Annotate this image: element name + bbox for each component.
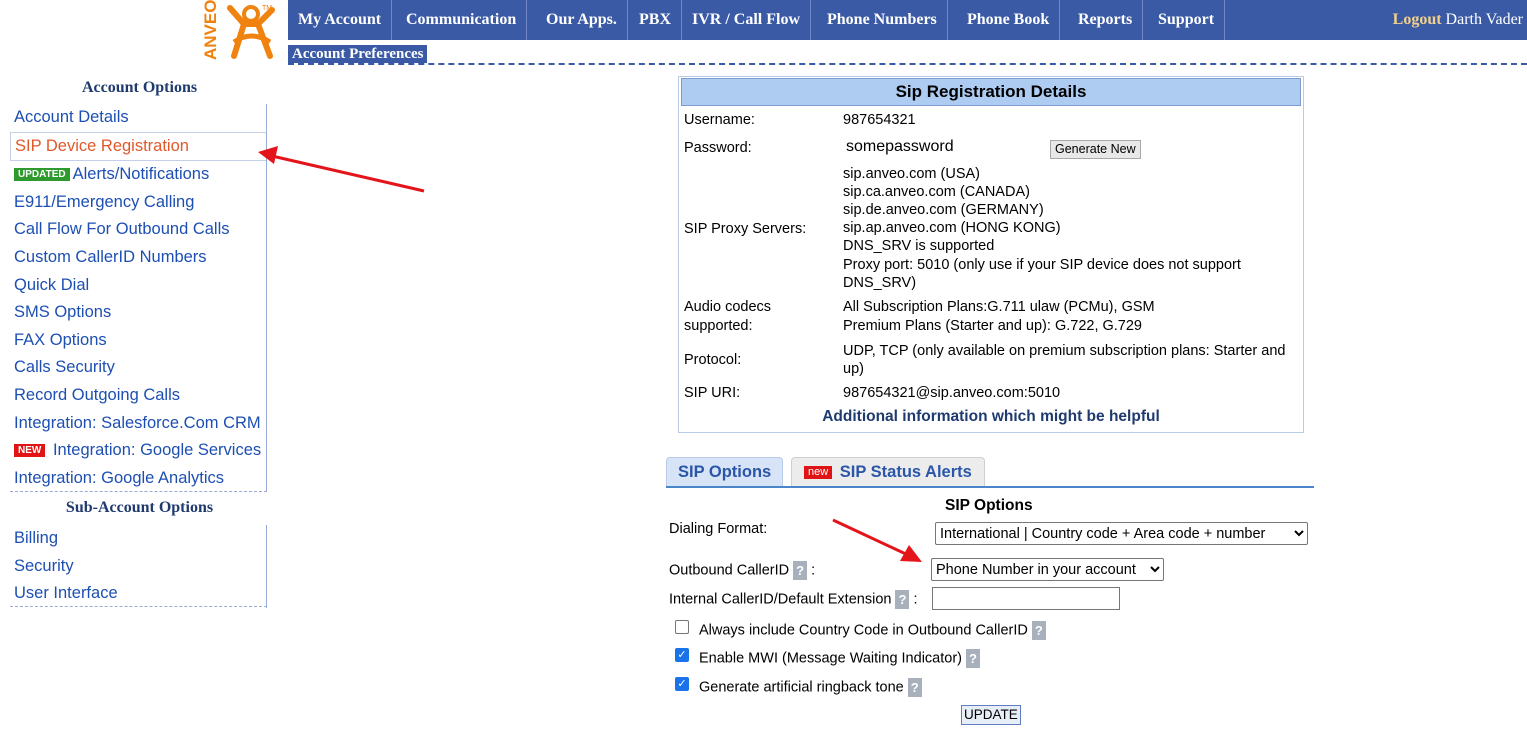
arrow-icon bbox=[832, 518, 909, 557]
arrowhead-icon bbox=[258, 146, 278, 164]
arrow-icon bbox=[271, 154, 425, 193]
annotation-arrows bbox=[258, 146, 922, 562]
